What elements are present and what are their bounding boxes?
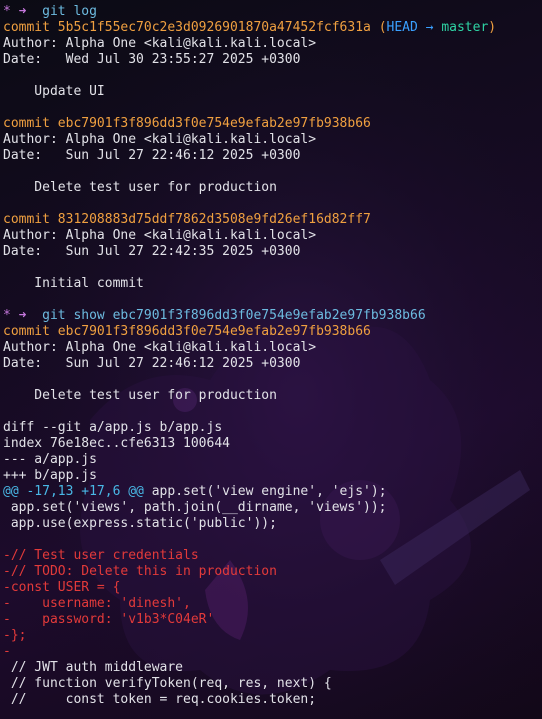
command-text: git show ebc7901f3f896dd3f0e754e9efab2e9… [42,308,426,323]
diff-removed-line: -// Test user credentials [3,548,199,563]
commit-message: Delete test user for production [3,180,277,195]
diff-context-line: // function verifyToken(req, res, next) … [3,676,332,691]
diff-context-line: // JWT auth middleware [3,660,184,675]
date-line: Date: Sun Jul 27 22:46:12 2025 +0300 [3,148,301,163]
diff-removed-line: -const USER = { [3,580,121,595]
diff-new-file: +++ b/app.js [3,468,97,483]
branch-name: master [441,20,489,35]
hunk-context: app.set('view engine', 'ejs'); [143,484,387,499]
diff-context-line: // const token = req.cookies.token; [3,692,317,707]
diff-removed-line: - username: 'dinesh', [3,596,191,611]
diff-context-line: app.use(express.static('public')); [3,516,277,531]
author-line: Author: Alpha One <kali@kali.kali.local> [3,228,317,243]
diff-header: diff --git a/app.js b/app.js [3,420,223,435]
diff-index: index 76e18ec..cfe6313 100644 [3,436,230,451]
prompt-line-git-log: * ➜ git log [3,4,542,20]
author-line: Author: Alpha One <kali@kali.kali.local> [3,132,317,147]
date-line: Date: Sun Jul 27 22:46:12 2025 +0300 [3,356,301,371]
commit-hash: commit 831208883d75ddf7862d3508e9fd26ef1… [3,212,371,227]
terminal-window[interactable]: * ➜ git log commit 5b5c1f55ec70c2e3d0926… [0,0,542,719]
commit-hash: commit ebc7901f3f896dd3f0e754e9efab2e97f… [3,116,371,131]
prompt-line-git-show: * ➜ git show ebc7901f3f896dd3f0e754e9efa… [3,308,542,324]
head-ref: HEAD [386,20,418,35]
commit-hash: commit 5b5c1f55ec70c2e3d0926901870a47452… [3,20,371,35]
prompt-arrow-icon: ➜ [18,4,27,19]
prompt-arrow-icon: ➜ [18,308,27,323]
prompt-symbol: * [3,4,11,19]
diff-removed-line: -// TODO: Delete this in production [3,564,277,579]
diff-hunk-header: @@ -17,13 +17,6 @@ app.set('view engine'… [3,484,542,500]
commit-message: Initial commit [3,276,144,291]
commit-line: commit 5b5c1f55ec70c2e3d0926901870a47452… [3,20,497,35]
date-line: Date: Sun Jul 27 22:42:35 2025 +0300 [3,244,301,259]
command-text: git log [42,4,97,19]
diff-context-line [3,532,542,548]
head-arrow-icon: → [425,20,434,35]
commit-message: Update UI [3,84,105,99]
date-line: Date: Wed Jul 30 23:55:27 2025 +0300 [3,52,301,67]
prompt-symbol: * [3,308,11,323]
commit-message: Delete test user for production [3,388,277,403]
diff-old-file: --- a/app.js [3,452,97,467]
commit-hash: commit ebc7901f3f896dd3f0e754e9efab2e97f… [3,324,371,339]
author-line: Author: Alpha One <kali@kali.kali.local> [3,340,317,355]
hunk-range: @@ -17,13 +17,6 @@ [3,484,144,499]
diff-removed-line: - [3,644,11,659]
diff-removed-line: - password: 'v1b3*C04eR' [3,612,215,627]
diff-removed-line: -}; [3,628,27,643]
author-line: Author: Alpha One <kali@kali.kali.local> [3,36,317,51]
diff-context-line: app.set('views', path.join(__dirname, 'v… [3,500,387,515]
